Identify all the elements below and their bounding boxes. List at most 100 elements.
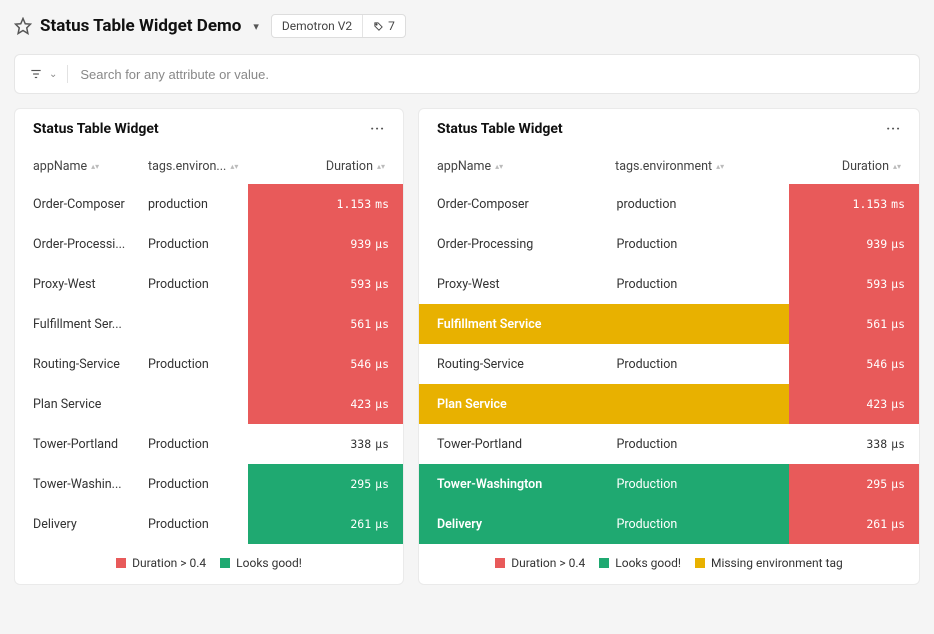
table-row[interactable]: Proxy-WestProduction593µs	[419, 264, 919, 304]
legend-item: Missing environment tag	[695, 556, 843, 570]
cell-environment: production	[148, 184, 248, 224]
cell-duration: 939µs	[248, 224, 403, 264]
table-row[interactable]: Fulfillment Ser...561µs	[15, 304, 403, 344]
cell-duration: 1.153ms	[789, 184, 919, 224]
cell-environment: Production	[616, 224, 789, 264]
project-pill[interactable]: Demotron V2 7	[271, 14, 406, 38]
filter-funnel-icon[interactable]: ⌄	[29, 67, 57, 81]
legend: Duration > 0.4 Looks good! Missing environ…	[419, 544, 919, 584]
cell-environment: Production	[148, 224, 248, 264]
panel-menu-icon[interactable]: ···	[886, 122, 901, 137]
legend-label: Duration > 0.4	[511, 556, 585, 570]
cell-duration: 295µs	[248, 464, 403, 504]
table-row[interactable]: Routing-ServiceProduction546µs	[419, 344, 919, 384]
cell-environment: Production	[616, 344, 789, 384]
legend-label: Looks good!	[615, 556, 681, 570]
table-row[interactable]: Tower-PortlandProduction338µs	[15, 424, 403, 464]
cell-duration: 546µs	[789, 344, 919, 384]
title-chevron-icon[interactable]: ▾	[249, 20, 263, 33]
cell-duration: 593µs	[789, 264, 919, 304]
separator	[67, 65, 68, 83]
table-row[interactable]: Plan Service 423µs	[419, 384, 919, 424]
cell-appname: Proxy-West	[419, 264, 616, 304]
cell-duration: 261µs	[248, 504, 403, 544]
cell-environment: Production	[148, 504, 248, 544]
table-row[interactable]: Tower-Washin...Production295µs	[15, 464, 403, 504]
cell-environment: Production	[148, 344, 248, 384]
cell-duration: 593µs	[248, 264, 403, 304]
table-row[interactable]: Routing-ServiceProduction546µs	[15, 344, 403, 384]
status-table-panel-2: Status Table Widget ··· appName▴▾ tags.e…	[418, 108, 920, 585]
cell-appname: Tower-Washington	[419, 464, 616, 504]
favorite-star-icon[interactable]	[14, 17, 32, 35]
sort-caret-icon: ▴▾	[377, 164, 385, 170]
cell-appname: Order-Composer	[15, 184, 148, 224]
sort-caret-icon: ▴▾	[893, 164, 901, 170]
table-row[interactable]: DeliveryProduction261µs	[15, 504, 403, 544]
cell-environment: Production	[148, 424, 248, 464]
col-duration[interactable]: Duration▴▾	[771, 159, 901, 174]
cell-duration: 939µs	[789, 224, 919, 264]
sort-caret-icon: ▴▾	[716, 164, 724, 170]
col-appname[interactable]: appName▴▾	[437, 159, 615, 174]
table-row[interactable]: Order-Processi...Production939µs	[15, 224, 403, 264]
status-table-panel-1: Status Table Widget ··· appName▴▾ tags.e…	[14, 108, 404, 585]
project-name: Demotron V2	[272, 15, 363, 37]
cell-appname: Proxy-West	[15, 264, 148, 304]
sort-caret-icon: ▴▾	[91, 164, 99, 170]
table-row[interactable]: Tower-PortlandProduction338µs	[419, 424, 919, 464]
tag-icon	[373, 21, 384, 32]
cell-duration: 546µs	[248, 344, 403, 384]
cell-appname: Routing-Service	[419, 344, 616, 384]
cell-duration: 1.153ms	[248, 184, 403, 224]
cell-appname: Order-Processi...	[15, 224, 148, 264]
legend-item: Duration > 0.4	[116, 556, 206, 570]
legend-item: Looks good!	[599, 556, 681, 570]
cell-duration: 338µs	[248, 424, 403, 464]
cell-environment: Production	[148, 464, 248, 504]
sort-caret-icon: ▴▾	[495, 164, 503, 170]
legend-item: Duration > 0.4	[495, 556, 585, 570]
table-header: appName▴▾ tags.environment▴▾ Duration▴▾	[419, 137, 919, 184]
table-row[interactable]: Plan Service423µs	[15, 384, 403, 424]
sort-caret-icon: ▴▾	[230, 164, 238, 170]
table-row[interactable]: Order-ProcessingProduction939µs	[419, 224, 919, 264]
cell-environment: Production	[616, 424, 789, 464]
table-row[interactable]: DeliveryProduction261µs	[419, 504, 919, 544]
legend-swatch	[695, 558, 705, 568]
cell-appname: Order-Processing	[419, 224, 616, 264]
col-environment[interactable]: tags.environment▴▾	[615, 159, 771, 174]
legend-label: Looks good!	[236, 556, 302, 570]
table-body: Order-Composerproduction1.153msOrder-Pro…	[15, 184, 403, 544]
cell-environment	[148, 304, 248, 344]
table-row[interactable]: Order-Composerproduction1.153ms	[419, 184, 919, 224]
cell-appname: Fulfillment Ser...	[15, 304, 148, 344]
col-appname[interactable]: appName▴▾	[33, 159, 148, 174]
search-input[interactable]	[78, 66, 905, 83]
legend-swatch	[116, 558, 126, 568]
cell-appname: Tower-Portland	[15, 424, 148, 464]
cell-appname: Delivery	[419, 504, 616, 544]
legend-item: Looks good!	[220, 556, 302, 570]
legend-swatch	[599, 558, 609, 568]
col-duration[interactable]: Duration▴▾	[248, 159, 385, 174]
cell-duration: 423µs	[789, 384, 919, 424]
cell-appname: Tower-Washin...	[15, 464, 148, 504]
table-row[interactable]: Order-Composerproduction1.153ms	[15, 184, 403, 224]
cell-duration: 261µs	[789, 504, 919, 544]
table-row[interactable]: Tower-WashingtonProduction295µs	[419, 464, 919, 504]
cell-appname: Plan Service	[419, 384, 616, 424]
cell-environment	[616, 384, 789, 424]
col-environment[interactable]: tags.environ...▴▾	[148, 159, 248, 174]
table-row[interactable]: Proxy-WestProduction593µs	[15, 264, 403, 304]
chevron-down-icon: ⌄	[49, 69, 57, 80]
cell-environment	[148, 384, 248, 424]
search-bar: ⌄	[14, 54, 920, 94]
cell-environment: Production	[616, 464, 789, 504]
cell-appname: Delivery	[15, 504, 148, 544]
cell-environment: Production	[616, 264, 789, 304]
cell-appname: Tower-Portland	[419, 424, 616, 464]
cell-environment: Production	[148, 264, 248, 304]
table-row[interactable]: Fulfillment Service561µs	[419, 304, 919, 344]
panel-menu-icon[interactable]: ···	[370, 122, 385, 137]
